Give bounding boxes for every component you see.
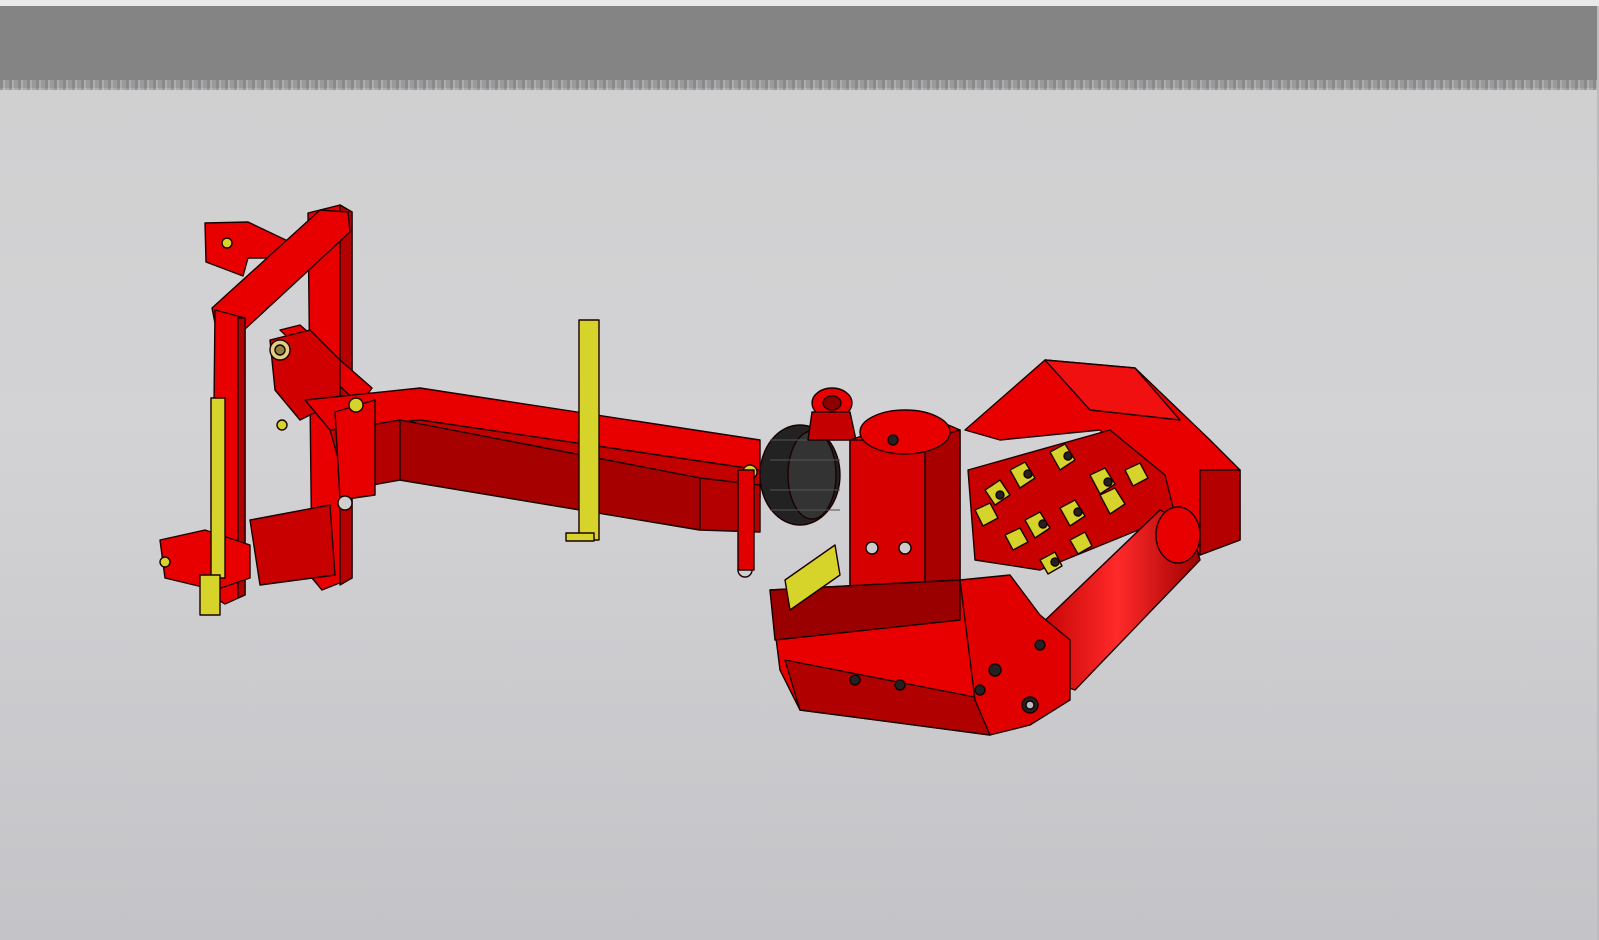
cad-window [0,0,1599,940]
mower-model-icon[interactable] [0,0,1599,940]
front-cylinder [210,397,226,579]
boom-arm [304,387,761,578]
